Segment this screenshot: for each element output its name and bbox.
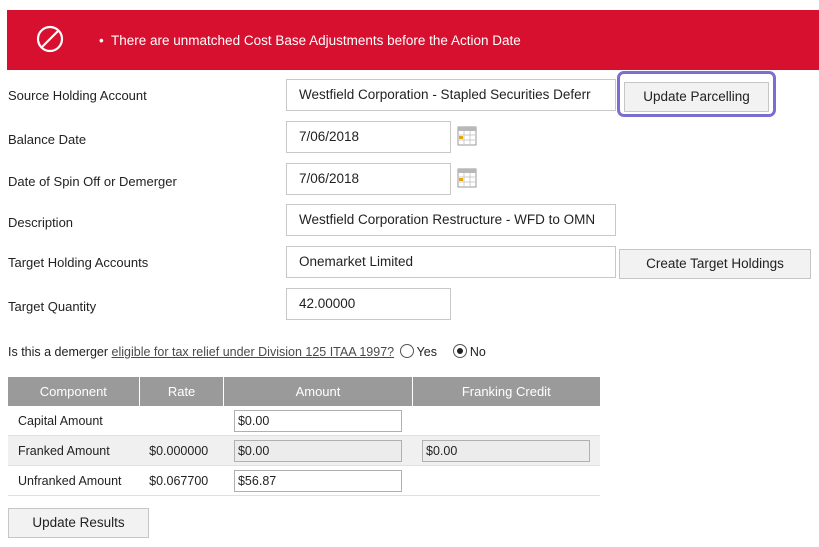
franking-credit-input: $0.00 xyxy=(422,439,590,462)
header-franking-credit: Franking Credit xyxy=(412,377,600,406)
calendar-icon[interactable] xyxy=(457,168,477,188)
target-quantity-label: Target Quantity xyxy=(8,299,97,314)
header-amount: Amount xyxy=(223,377,413,406)
balance-date-label: Balance Date xyxy=(8,132,87,147)
error-message: • There are unmatched Cost Base Adjustme… xyxy=(99,33,521,48)
radio-no-label: No xyxy=(469,345,486,359)
component-cell: Unfranked Amount xyxy=(8,465,140,496)
error-text: There are unmatched Cost Base Adjustment… xyxy=(111,33,521,48)
target-holding-field[interactable]: Onemarket Limited xyxy=(286,246,616,278)
rate-cell xyxy=(139,406,224,436)
component-cell: Franked Amount xyxy=(8,435,140,466)
no-entry-icon xyxy=(36,25,64,53)
table-row: Franked Amount $0.000000 $0.00 $0.00 xyxy=(8,435,600,466)
question-prefix: Is this a demerger xyxy=(8,345,109,359)
bullet: • xyxy=(99,33,104,48)
component-cell: Capital Amount xyxy=(8,406,140,436)
spin-off-date-field[interactable]: 7/06/2018 xyxy=(286,163,451,195)
demerger-question: Is this a demerger eligible for tax reli… xyxy=(8,344,486,359)
error-banner: • There are unmatched Cost Base Adjustme… xyxy=(7,10,819,70)
radio-yes[interactable] xyxy=(399,344,414,358)
rate-cell: $0.067700 xyxy=(139,465,224,496)
target-holding-label: Target Holding Accounts xyxy=(8,255,149,270)
franking-cell xyxy=(412,465,600,496)
header-rate: Rate xyxy=(139,377,225,406)
create-target-holdings-button[interactable]: Create Target Holdings xyxy=(619,249,811,279)
franking-cell xyxy=(412,406,600,436)
capital-amount-input[interactable]: $0.00 xyxy=(233,409,402,432)
rate-cell: $0.000000 xyxy=(139,435,224,466)
radio-yes-label: Yes xyxy=(416,345,437,359)
components-table: Component Rate Amount Franking Credit Ca… xyxy=(8,377,600,496)
update-results-button[interactable]: Update Results xyxy=(8,508,149,538)
calendar-icon[interactable] xyxy=(457,126,477,146)
description-label: Description xyxy=(8,215,74,230)
radio-no[interactable] xyxy=(452,344,467,358)
unfranked-amount-input[interactable]: $56.87 xyxy=(233,469,402,492)
balance-date-field[interactable]: 7/06/2018 xyxy=(286,121,451,153)
header-component: Component xyxy=(8,377,140,406)
target-quantity-field[interactable]: 42.00000 xyxy=(286,288,451,320)
spin-off-date-label: Date of Spin Off or Demerger xyxy=(8,174,177,189)
highlight-outline xyxy=(617,71,776,117)
franked-amount-input: $0.00 xyxy=(233,439,402,462)
tax-relief-link[interactable]: eligible for tax relief under Division 1… xyxy=(112,345,395,359)
table-row: Capital Amount $0.00 xyxy=(8,406,600,436)
table-row: Unfranked Amount $0.067700 $56.87 xyxy=(8,465,600,496)
source-holding-label: Source Holding Account xyxy=(8,88,147,103)
source-holding-field[interactable]: Westfield Corporation - Stapled Securiti… xyxy=(286,79,616,111)
description-field[interactable]: Westfield Corporation Restructure - WFD … xyxy=(286,204,616,236)
